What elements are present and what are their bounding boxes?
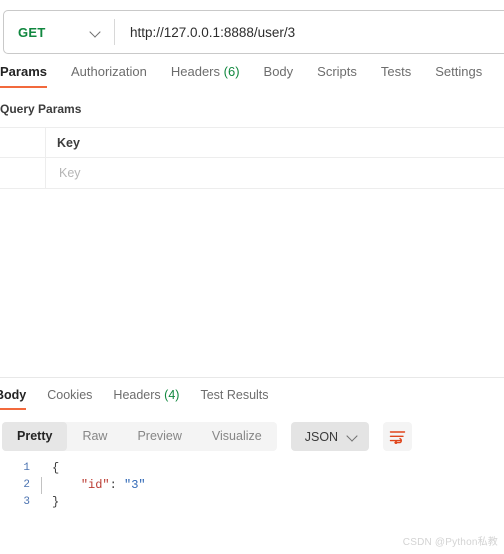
tab-authorization-label: Authorization — [70, 64, 147, 79]
row-checkbox-cell[interactable] — [0, 158, 46, 188]
code-line: 3 } — [0, 494, 504, 511]
response-language-select[interactable]: JSON — [290, 422, 370, 451]
tab-params[interactable]: Params — [0, 64, 47, 88]
watermark: CSDN @Python私教 — [402, 537, 498, 548]
view-visualize-button[interactable]: Visualize — [197, 422, 277, 451]
response-tab-cookies[interactable]: Cookies — [47, 388, 92, 410]
line-number: 3 — [23, 496, 30, 508]
table-row — [0, 158, 504, 189]
response-language-label: JSON — [304, 429, 339, 444]
tab-headers-count: (6) — [223, 64, 240, 79]
tab-tests[interactable]: Tests — [381, 64, 411, 88]
table-header-row: Key — [0, 127, 504, 158]
response-tab-body-label: Body — [0, 388, 27, 402]
tab-scripts-label: Scripts — [317, 64, 357, 79]
response-section-divider — [0, 377, 504, 378]
query-params-table: Key — [0, 127, 504, 189]
json-colon: : — [109, 478, 125, 492]
view-pretty-button[interactable]: Pretty — [2, 422, 68, 451]
tab-scripts[interactable]: Scripts — [317, 64, 357, 88]
code-line: 1 { — [0, 460, 504, 477]
tab-body[interactable]: Body — [264, 64, 294, 88]
line-number: 1 — [23, 462, 30, 474]
response-tab-headers-label: Headers — [113, 388, 161, 402]
tab-tests-label: Tests — [380, 64, 412, 79]
tab-authorization[interactable]: Authorization — [71, 64, 147, 88]
url-input[interactable] — [115, 11, 504, 53]
response-tab-cookies-label: Cookies — [47, 388, 93, 402]
header-checkbox-cell — [0, 128, 46, 157]
code-line: 2 "id": "3" — [0, 477, 504, 494]
chevron-down-icon — [91, 27, 102, 38]
line-number: 2 — [23, 479, 30, 491]
tab-headers-label: Headers — [170, 64, 221, 79]
row-key-cell[interactable] — [46, 158, 504, 188]
http-method-select[interactable]: GET — [4, 11, 114, 53]
request-tabs: Params Authorization Headers (6) Body Sc… — [0, 64, 504, 92]
tab-settings-label: Settings — [435, 64, 483, 79]
column-header-key: Key — [57, 135, 80, 150]
wrap-text-icon — [389, 431, 406, 444]
response-view-segmented-control: Pretty Raw Preview Visualize — [2, 422, 277, 451]
wrap-text-button[interactable] — [383, 422, 413, 451]
chevron-down-icon — [348, 431, 359, 442]
query-params-title: Query Params — [0, 102, 82, 116]
response-tab-headers[interactable]: Headers (4) — [113, 388, 179, 410]
code-text: } — [52, 495, 60, 509]
http-method-label: GET — [18, 24, 46, 40]
request-url-bar: GET — [3, 10, 504, 54]
response-format-toolbar: Pretty Raw Preview Visualize JSON — [2, 422, 413, 451]
response-tab-body[interactable]: Body — [0, 388, 27, 410]
response-tab-test-results-label: Test Results — [200, 388, 269, 402]
response-tabs: Body Cookies Headers (4) Test Results — [0, 388, 504, 414]
param-key-input[interactable] — [57, 165, 504, 181]
view-preview-button[interactable]: Preview — [122, 422, 196, 451]
response-tab-headers-count: (4) — [164, 388, 180, 402]
tab-params-label: Params — [0, 64, 47, 79]
indent-guide — [30, 494, 52, 511]
indent-guide — [30, 460, 52, 477]
json-value: "3" — [124, 478, 146, 492]
response-body-code: 1 { 2 "id": "3" 3 } — [0, 460, 504, 511]
tab-settings[interactable]: Settings — [435, 64, 482, 88]
view-raw-button[interactable]: Raw — [67, 422, 122, 451]
json-key: "id" — [80, 478, 110, 492]
tab-body-label: Body — [263, 64, 294, 79]
indent-guide — [30, 477, 52, 494]
tab-headers[interactable]: Headers (6) — [171, 64, 240, 88]
response-tab-test-results[interactable]: Test Results — [200, 388, 268, 410]
code-text: { — [52, 461, 60, 475]
